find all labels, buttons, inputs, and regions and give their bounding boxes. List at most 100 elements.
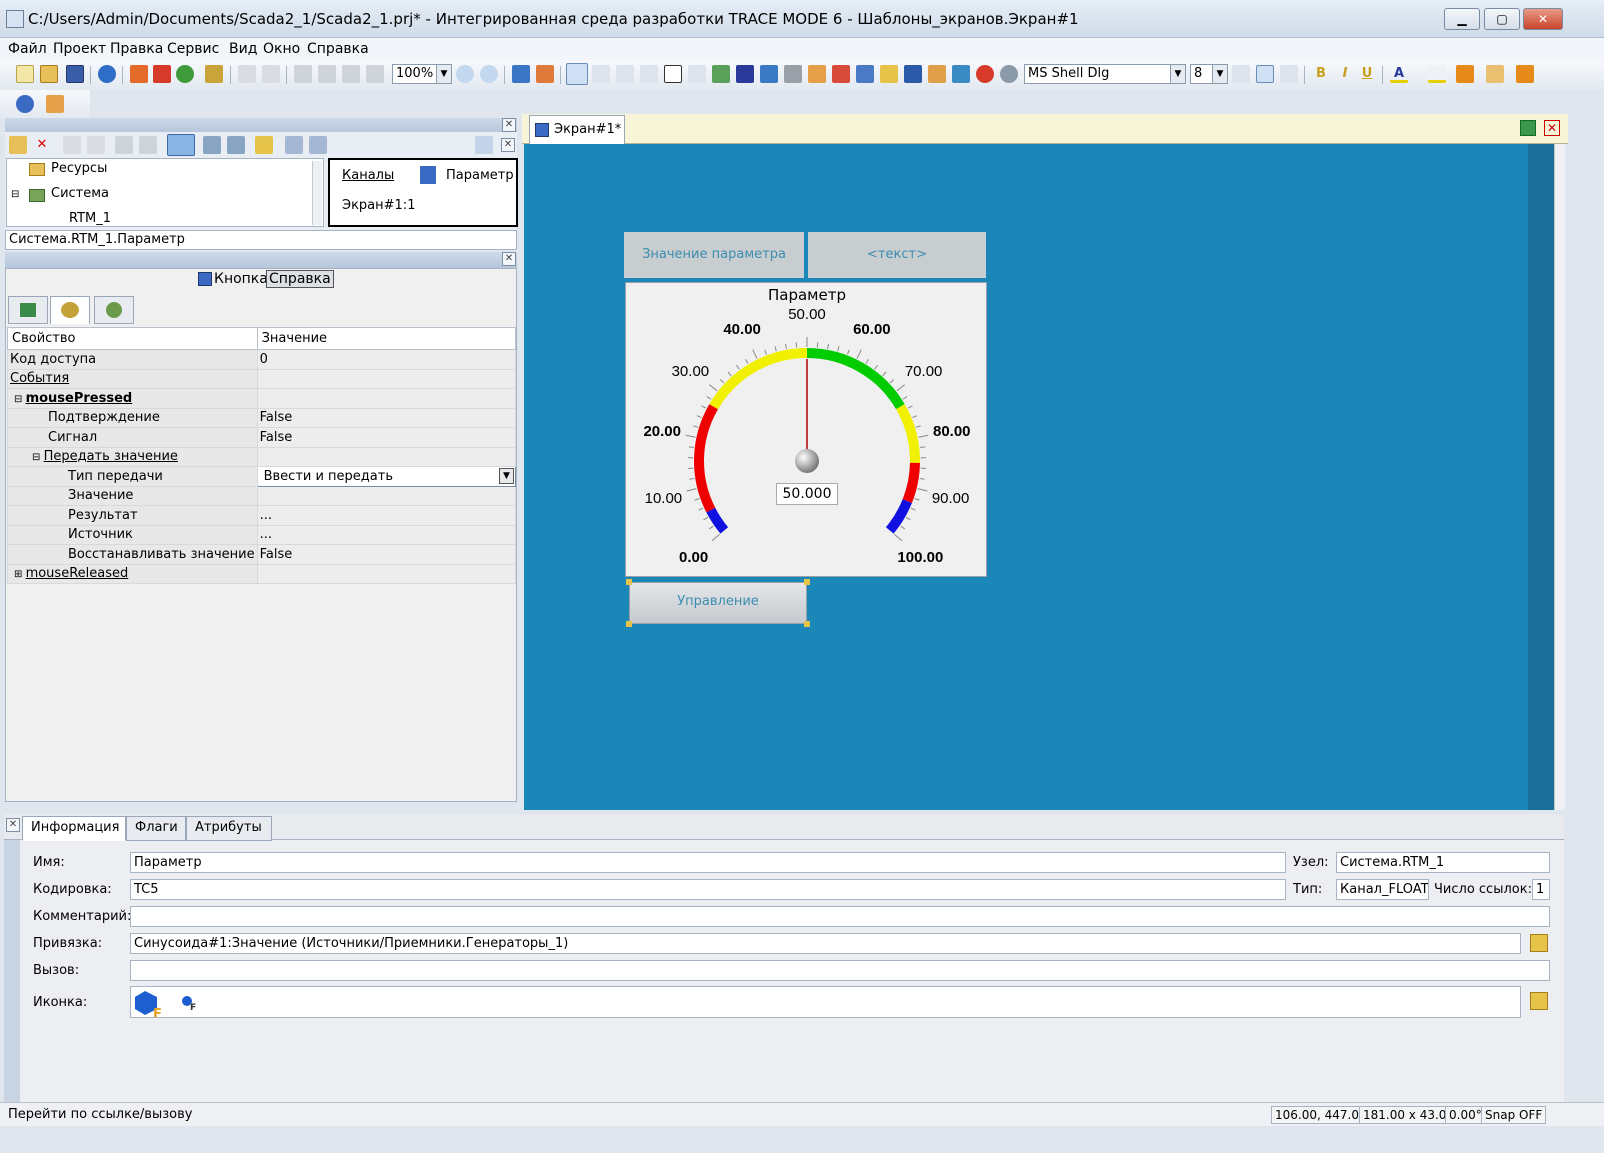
align-center-icon[interactable]: [1256, 65, 1274, 83]
italic-button[interactable]: I: [1336, 65, 1354, 83]
select-arrow-icon[interactable]: [566, 63, 588, 85]
alarm-icon[interactable]: [952, 65, 970, 83]
menu-view[interactable]: Вид: [229, 41, 257, 57]
table-row[interactable]: События: [7, 368, 517, 389]
screen-link[interactable]: Экран#1:1: [342, 198, 415, 213]
rectangle-icon[interactable]: [664, 65, 682, 83]
menu-service[interactable]: Сервис: [167, 41, 219, 57]
font-name-combo[interactable]: MS Shell Dlg ▼: [1024, 64, 1186, 84]
close-icon[interactable]: ✕: [6, 818, 20, 832]
table-row[interactable]: Сигнал False: [7, 427, 517, 448]
table-row[interactable]: Источник...: [7, 524, 517, 545]
channels-link[interactable]: Каналы: [342, 168, 394, 183]
polyline-icon[interactable]: [640, 65, 658, 83]
table-row[interactable]: ⊟ Передать значение: [7, 446, 517, 467]
pie-icon[interactable]: [976, 65, 994, 83]
underline-button[interactable]: U: [1358, 65, 1376, 83]
close-icon[interactable]: ✕: [501, 138, 515, 152]
menu-project[interactable]: Проект: [53, 41, 106, 57]
menu-help[interactable]: Справка: [307, 41, 369, 57]
tab-attributes[interactable]: Атрибуты: [186, 816, 272, 841]
text-icon[interactable]: [616, 65, 634, 83]
gauge-panel[interactable]: Параметр 0.00 10.00 20.00 30.00 40.00 50.00 60…: [625, 282, 987, 577]
delete-icon[interactable]: ✕: [33, 136, 51, 154]
tab-information[interactable]: Информация: [22, 816, 126, 841]
close-icon[interactable]: ✕: [502, 118, 516, 132]
bar-icon[interactable]: [784, 65, 802, 83]
expand-icon[interactable]: ⊟: [11, 189, 19, 200]
comment-field[interactable]: [130, 906, 1550, 927]
close-button[interactable]: ✕: [1523, 8, 1563, 30]
table-row[interactable]: Тип передачи Ввести и передать ▼: [7, 466, 517, 487]
border-style-icon[interactable]: [46, 95, 64, 113]
pen-color-icon[interactable]: [1428, 65, 1446, 83]
tree-item-resources[interactable]: Ресурсы: [51, 161, 107, 176]
trend-icon[interactable]: [808, 65, 826, 83]
selection-handle[interactable]: [804, 579, 810, 585]
delete-icon[interactable]: [366, 65, 384, 83]
table-row[interactable]: Значение: [7, 485, 517, 506]
vertical-scrollbar[interactable]: [1554, 144, 1565, 810]
redo-icon[interactable]: [262, 65, 280, 83]
fit-icon[interactable]: [512, 65, 530, 83]
transfer-type-select[interactable]: Ввести и передать ▼: [256, 466, 517, 487]
new-folder-icon[interactable]: [9, 136, 27, 154]
tree-collapse-icon[interactable]: [309, 136, 327, 154]
selection-handle[interactable]: [626, 621, 632, 627]
minimize-button[interactable]: ▁: [1444, 8, 1480, 30]
button-icon[interactable]: [760, 65, 778, 83]
selection-handle[interactable]: [804, 621, 810, 627]
font-size-combo[interactable]: 8 ▼: [1190, 64, 1228, 84]
debug-icon[interactable]: [176, 65, 194, 83]
param-value-button[interactable]: Значение параметра: [624, 232, 804, 278]
table-row[interactable]: Восстанавливать значение False: [7, 544, 517, 565]
table-row[interactable]: Код доступа 0: [7, 349, 517, 370]
fill-color-icon[interactable]: [16, 95, 34, 113]
text-button[interactable]: <текст>: [808, 232, 986, 278]
tab-screen1[interactable]: Экран#1*: [529, 115, 625, 144]
zoom-combo[interactable]: 100% ▼: [392, 64, 452, 84]
find-icon[interactable]: [255, 136, 273, 154]
copy-icon[interactable]: [115, 136, 133, 154]
bowtie-icon[interactable]: [688, 65, 706, 83]
tree-item-rtm[interactable]: RTM_1: [69, 211, 111, 226]
menu-file[interactable]: Файл: [8, 41, 47, 57]
tab-flags[interactable]: Флаги: [126, 816, 186, 841]
cut-icon[interactable]: [294, 65, 312, 83]
paste-icon[interactable]: [342, 65, 360, 83]
refs-field[interactable]: 1: [1532, 879, 1550, 900]
tab-properties[interactable]: [8, 296, 48, 324]
parameter-label[interactable]: Параметр: [446, 168, 514, 183]
table-icon[interactable]: [904, 65, 922, 83]
slider-icon[interactable]: [856, 65, 874, 83]
panel-icon[interactable]: [736, 65, 754, 83]
table-row[interactable]: Подтверждение False: [7, 407, 517, 428]
tab-events[interactable]: [50, 296, 90, 324]
chart-icon[interactable]: [832, 65, 850, 83]
help-icon[interactable]: [98, 65, 116, 83]
build-icon[interactable]: [205, 65, 223, 83]
pin-icon[interactable]: [475, 136, 493, 154]
menu-window[interactable]: Окно: [263, 41, 300, 57]
selection-handle[interactable]: [626, 579, 632, 585]
save-icon[interactable]: [66, 65, 84, 83]
paste-icon[interactable]: [139, 136, 157, 154]
redo-icon[interactable]: [87, 136, 105, 154]
link-icon[interactable]: [1530, 934, 1548, 952]
table-row[interactable]: Результат...: [7, 505, 517, 526]
new-icon[interactable]: [16, 65, 34, 83]
refresh-icon[interactable]: [1520, 120, 1536, 136]
properties-icon[interactable]: [203, 136, 221, 154]
line-icon[interactable]: [592, 65, 610, 83]
menu-edit[interactable]: Правка: [110, 41, 163, 57]
tree-scrollbar[interactable]: [312, 161, 322, 225]
bold-button[interactable]: B: [1312, 65, 1330, 83]
status-snap[interactable]: Snap OFF: [1481, 1106, 1547, 1124]
close-icon[interactable]: ✕: [1544, 120, 1560, 136]
align-right-icon[interactable]: [1280, 65, 1298, 83]
fill-pattern-icon[interactable]: [1486, 65, 1504, 83]
undo-icon[interactable]: [238, 65, 256, 83]
gauge-icon[interactable]: [1000, 65, 1018, 83]
run-screen-icon[interactable]: [536, 65, 554, 83]
open-icon[interactable]: [40, 65, 58, 83]
